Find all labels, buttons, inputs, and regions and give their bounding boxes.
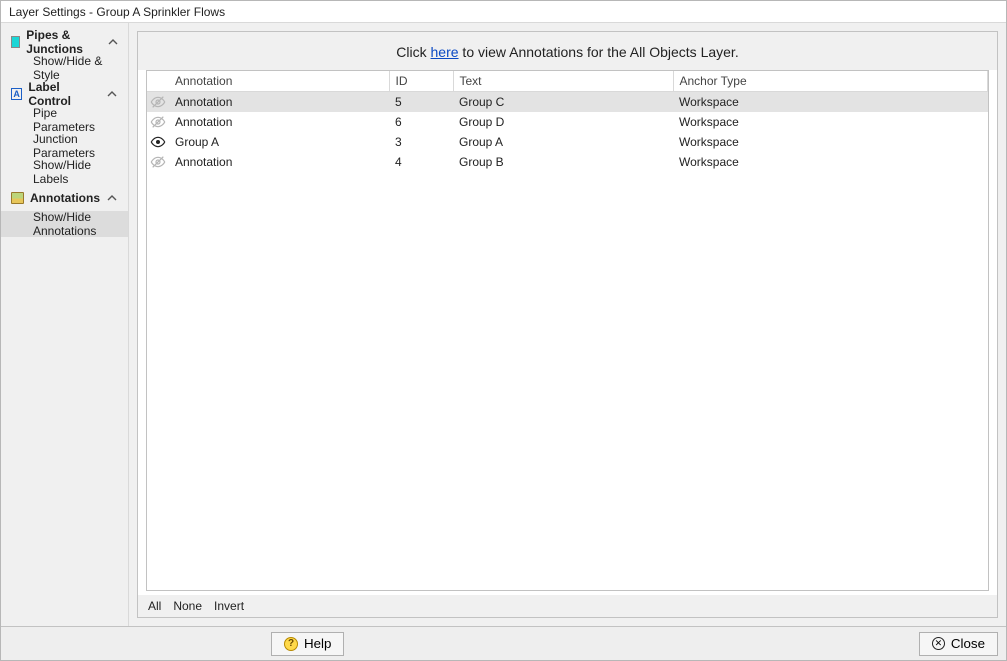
sidebar-item-label: Junction Parameters bbox=[33, 132, 118, 160]
visibility-toggle[interactable] bbox=[147, 112, 169, 132]
body-area: Pipes & Junctions Show/Hide & Style A La… bbox=[1, 23, 1006, 626]
section-label-control[interactable]: A Label Control bbox=[1, 81, 128, 107]
cell-annotation: Annotation bbox=[169, 92, 389, 112]
close-button[interactable]: ✕ Close bbox=[919, 632, 998, 656]
cell-text: Group D bbox=[453, 112, 673, 132]
close-icon: ✕ bbox=[932, 637, 945, 650]
eye-hidden-icon[interactable] bbox=[150, 114, 166, 130]
cell-anchor-type: Workspace bbox=[673, 152, 988, 172]
sidebar-item-pipe-parameters[interactable]: Pipe Parameters bbox=[1, 107, 128, 133]
sidebar-item-junction-parameters[interactable]: Junction Parameters bbox=[1, 133, 128, 159]
select-invert[interactable]: Invert bbox=[214, 599, 244, 613]
help-icon: ? bbox=[284, 637, 298, 651]
cell-anchor-type: Workspace bbox=[673, 132, 988, 152]
window-title: Layer Settings - Group A Sprinkler Flows bbox=[9, 5, 225, 19]
help-button[interactable]: ? Help bbox=[271, 632, 344, 656]
header-text[interactable]: Text bbox=[453, 71, 673, 92]
hint-line: Click here to view Annotations for the A… bbox=[138, 32, 997, 70]
section-label: Annotations bbox=[30, 191, 100, 205]
visibility-toggle[interactable] bbox=[147, 92, 169, 112]
layer-settings-window: Layer Settings - Group A Sprinkler Flows… bbox=[0, 0, 1007, 661]
hint-link[interactable]: here bbox=[431, 44, 459, 60]
annotations-icon bbox=[11, 192, 24, 204]
select-all[interactable]: All bbox=[148, 599, 161, 613]
sidebar-item-label: Show/Hide & Style bbox=[33, 54, 118, 82]
cell-text: Group B bbox=[453, 152, 673, 172]
table-row[interactable]: Group A3Group AWorkspace bbox=[147, 132, 988, 152]
help-button-label: Help bbox=[304, 636, 331, 651]
chevron-up-icon bbox=[106, 192, 118, 204]
section-annotations[interactable]: Annotations bbox=[1, 185, 128, 211]
cell-annotation: Group A bbox=[169, 132, 389, 152]
pipes-icon bbox=[11, 36, 20, 48]
cell-annotation: Annotation bbox=[169, 112, 389, 132]
header-annotation[interactable]: Annotation bbox=[169, 71, 389, 92]
titlebar: Layer Settings - Group A Sprinkler Flows bbox=[1, 1, 1006, 23]
section-label: Pipes & Junctions bbox=[26, 28, 102, 56]
cell-anchor-type: Workspace bbox=[673, 112, 988, 132]
chevron-up-icon bbox=[108, 36, 118, 48]
table-row[interactable]: Annotation5Group CWorkspace bbox=[147, 92, 988, 112]
table-header-row: Annotation ID Text Anchor Type bbox=[147, 71, 988, 92]
label-control-icon: A bbox=[11, 88, 22, 100]
cell-id: 3 bbox=[389, 132, 453, 152]
sidebar-item-show-hide-labels[interactable]: Show/Hide Labels bbox=[1, 159, 128, 185]
eye-hidden-icon[interactable] bbox=[150, 154, 166, 170]
chevron-up-icon bbox=[107, 88, 118, 100]
hint-suffix: to view Annotations for the All Objects … bbox=[459, 44, 739, 60]
section-label: Label Control bbox=[28, 80, 100, 108]
select-none[interactable]: None bbox=[173, 599, 202, 613]
main-panel: Click here to view Annotations for the A… bbox=[129, 23, 1006, 626]
cell-text: Group C bbox=[453, 92, 673, 112]
sidebar-item-show-hide-annotations[interactable]: Show/Hide Annotations bbox=[1, 211, 128, 237]
visibility-toggle[interactable] bbox=[147, 152, 169, 172]
sidebar-item-label: Show/Hide Annotations bbox=[33, 210, 118, 238]
cell-id: 6 bbox=[389, 112, 453, 132]
selection-bar: All None Invert bbox=[138, 595, 997, 617]
close-button-label: Close bbox=[951, 636, 985, 651]
sidebar-item-label: Pipe Parameters bbox=[33, 106, 118, 134]
footer: ? Help ✕ Close bbox=[1, 626, 1006, 660]
header-visibility[interactable] bbox=[147, 71, 169, 92]
sidebar-item-label: Show/Hide Labels bbox=[33, 158, 118, 186]
cell-text: Group A bbox=[453, 132, 673, 152]
section-pipes-junctions[interactable]: Pipes & Junctions bbox=[1, 29, 128, 55]
hint-prefix: Click bbox=[396, 44, 430, 60]
cell-annotation: Annotation bbox=[169, 152, 389, 172]
eye-visible-icon[interactable] bbox=[150, 134, 166, 150]
eye-hidden-icon[interactable] bbox=[150, 94, 166, 110]
cell-anchor-type: Workspace bbox=[673, 92, 988, 112]
cell-id: 5 bbox=[389, 92, 453, 112]
sidebar-item-show-hide-style[interactable]: Show/Hide & Style bbox=[1, 55, 128, 81]
cell-id: 4 bbox=[389, 152, 453, 172]
header-anchor-type[interactable]: Anchor Type bbox=[673, 71, 988, 92]
sidebar: Pipes & Junctions Show/Hide & Style A La… bbox=[1, 23, 129, 626]
visibility-toggle[interactable] bbox=[147, 132, 169, 152]
table-row[interactable]: Annotation6Group DWorkspace bbox=[147, 112, 988, 132]
annotations-table: Annotation ID Text Anchor Type Annotatio… bbox=[147, 71, 988, 172]
content-border: Click here to view Annotations for the A… bbox=[137, 31, 998, 618]
annotations-table-wrap: Annotation ID Text Anchor Type Annotatio… bbox=[146, 70, 989, 591]
header-id[interactable]: ID bbox=[389, 71, 453, 92]
table-row[interactable]: Annotation4Group BWorkspace bbox=[147, 152, 988, 172]
